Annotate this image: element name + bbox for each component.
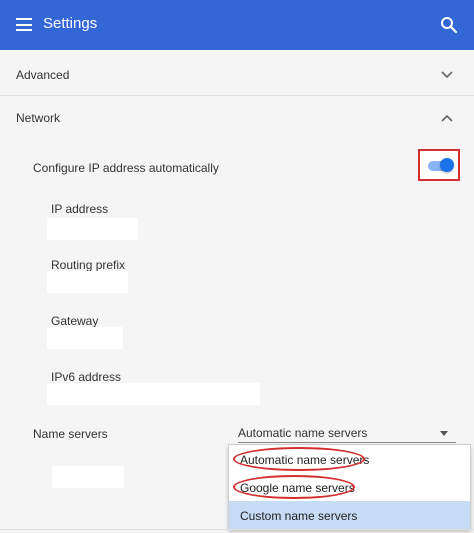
routing-prefix-label: Routing prefix bbox=[51, 258, 126, 272]
name-servers-select[interactable]: Automatic name servers bbox=[238, 422, 456, 443]
option-label: Custom name servers bbox=[240, 509, 358, 523]
name-servers-label: Name servers bbox=[33, 427, 108, 441]
section-advanced[interactable]: Advanced bbox=[0, 52, 474, 96]
ip-address-label: IP address bbox=[51, 202, 109, 216]
chevron-down-icon[interactable] bbox=[441, 71, 453, 79]
section-network-label: Network bbox=[16, 111, 61, 125]
ip-address-input[interactable] bbox=[47, 218, 138, 240]
section-network[interactable]: Network bbox=[0, 96, 474, 139]
name-server-input[interactable] bbox=[52, 466, 124, 488]
chevron-up-icon[interactable] bbox=[441, 114, 453, 122]
app-header: Settings bbox=[0, 0, 474, 50]
routing-prefix-input[interactable] bbox=[47, 271, 128, 293]
annotation-circle-google bbox=[233, 475, 355, 499]
toggle-knob[interactable] bbox=[440, 158, 454, 172]
name-servers-selected-value: Automatic name servers bbox=[238, 426, 368, 440]
search-icon[interactable] bbox=[440, 16, 458, 34]
annotation-circle-automatic bbox=[233, 447, 365, 471]
option-custom-name-servers[interactable]: Custom name servers bbox=[229, 501, 470, 529]
dropdown-arrow-icon[interactable] bbox=[440, 431, 448, 436]
ipv6-address-label: IPv6 address bbox=[51, 370, 122, 384]
divider bbox=[0, 529, 474, 530]
ipv6-address-input[interactable] bbox=[47, 383, 260, 405]
auto-ip-annotation-box bbox=[418, 149, 460, 181]
section-advanced-label: Advanced bbox=[16, 68, 70, 82]
gateway-input[interactable] bbox=[47, 327, 123, 349]
hamburger-menu-icon[interactable] bbox=[16, 18, 32, 31]
gateway-label: Gateway bbox=[51, 314, 99, 328]
auto-ip-label: Configure IP address automatically bbox=[33, 161, 219, 175]
page-title: Settings bbox=[43, 15, 98, 32]
